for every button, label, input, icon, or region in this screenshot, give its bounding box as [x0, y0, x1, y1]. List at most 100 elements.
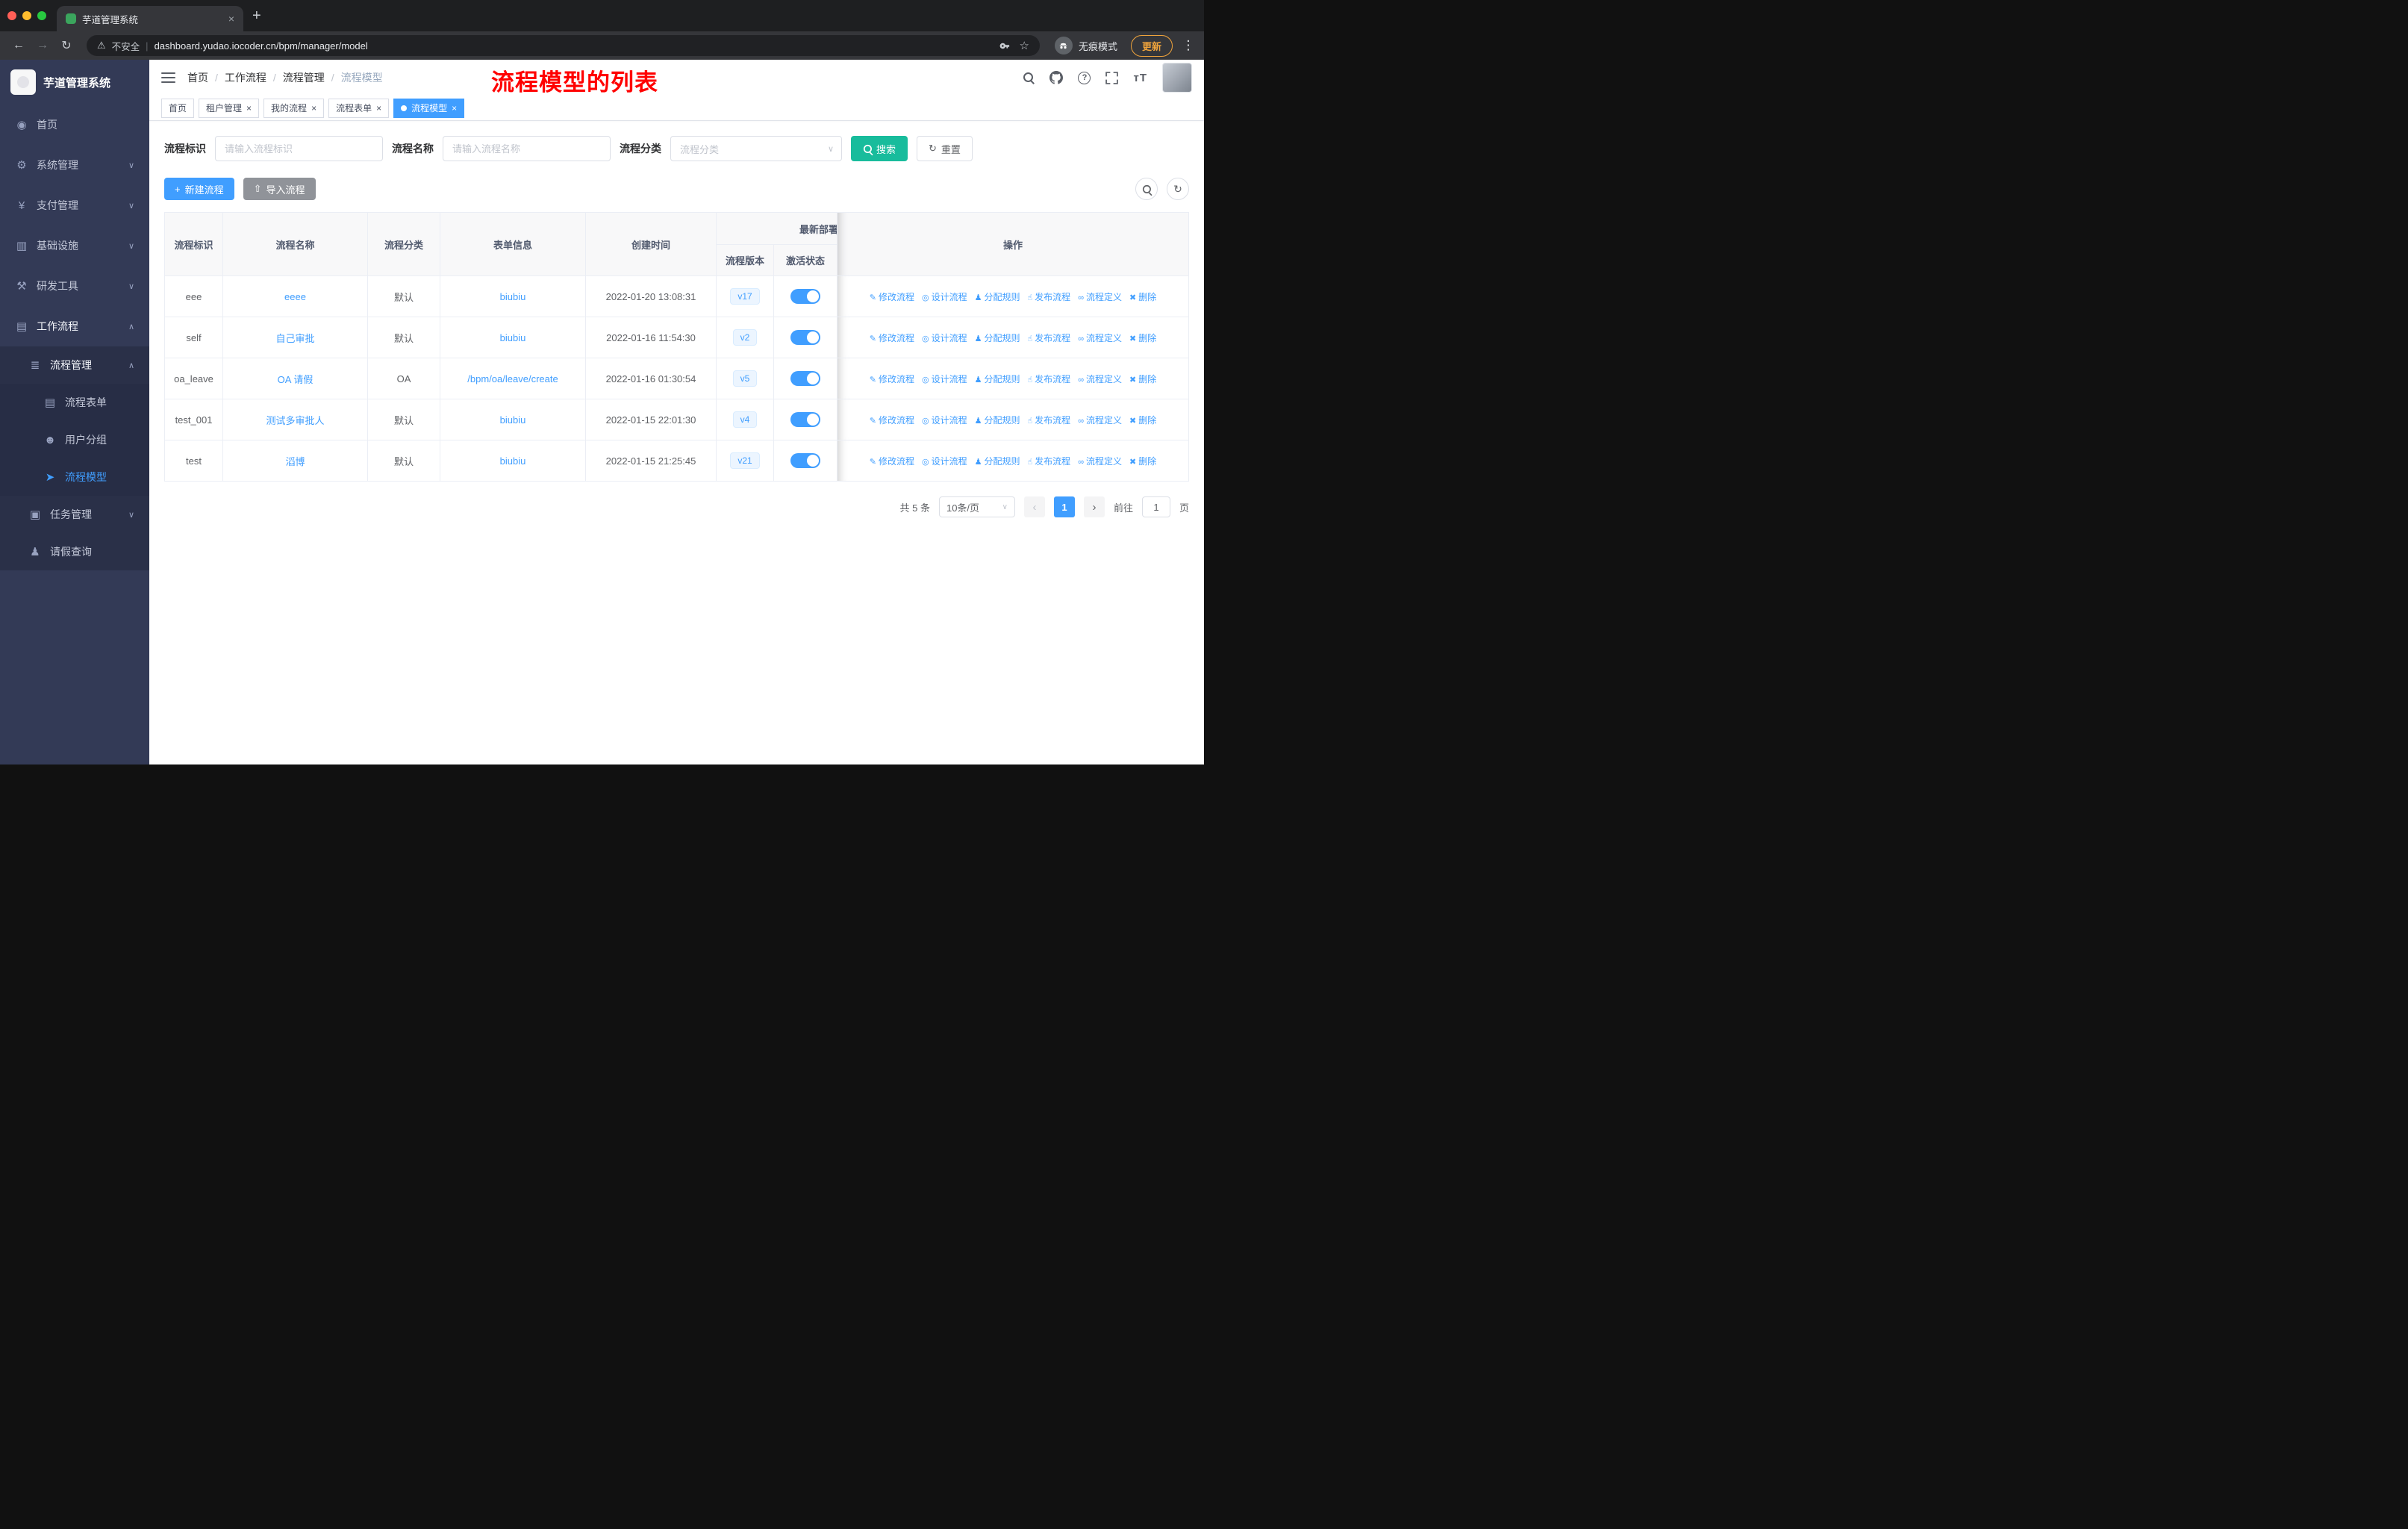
action-publish-process[interactable]: ☝ 发布流程: [1027, 374, 1070, 384]
action-assign-rule[interactable]: ♟ 分配规则: [975, 456, 1020, 467]
sidebar-item-infrastructure[interactable]: ▥ 基础设施 ∨: [0, 225, 149, 266]
process-category-select[interactable]: 流程分类 ∨: [670, 136, 842, 161]
action-assign-rule[interactable]: ♟ 分配规则: [975, 415, 1020, 426]
page-size-select[interactable]: 10条/页 ∨: [938, 496, 1015, 517]
sidebar-item-home[interactable]: ◉ 首页: [0, 105, 149, 145]
process-name-input[interactable]: [443, 136, 611, 161]
action-assign-rule[interactable]: ♟ 分配规则: [975, 374, 1020, 384]
sidebar-item-payment-management[interactable]: ¥ 支付管理 ∨: [0, 185, 149, 225]
tag-tenant-management[interactable]: 租户管理 ×: [199, 98, 260, 118]
prev-page-button[interactable]: ‹: [1023, 496, 1045, 517]
tag-home[interactable]: 首页: [161, 98, 195, 118]
tag-process-model[interactable]: 流程模型 ×: [393, 98, 465, 118]
next-page-button[interactable]: ›: [1083, 496, 1105, 517]
action-process-definition[interactable]: ∞ 流程定义: [1078, 415, 1122, 426]
process-name-link[interactable]: 测试多审批人: [266, 415, 324, 426]
tag-process-form[interactable]: 流程表单 ×: [328, 98, 390, 118]
browser-tab[interactable]: 芋道管理系统 ×: [57, 6, 243, 31]
action-design-process[interactable]: ◎ 设计流程: [922, 415, 967, 426]
reload-icon[interactable]: ↻: [57, 38, 76, 53]
action-delete[interactable]: ✖ 删除: [1129, 292, 1156, 302]
show-search-button[interactable]: [1135, 178, 1158, 200]
help-icon[interactable]: ?: [1078, 71, 1091, 84]
sidebar-item-leave-query[interactable]: ♟ 请假查询: [0, 533, 149, 570]
process-name-link[interactable]: 自己审批: [275, 333, 314, 344]
github-icon[interactable]: [1049, 71, 1064, 84]
window-zoom-button[interactable]: [37, 11, 46, 20]
collapse-sidebar-icon[interactable]: [161, 72, 175, 83]
font-size-icon[interactable]: тT: [1133, 72, 1147, 84]
browser-menu-icon[interactable]: ⋮: [1182, 38, 1195, 53]
action-delete[interactable]: ✖ 删除: [1129, 374, 1156, 384]
action-assign-rule[interactable]: ♟ 分配规则: [975, 292, 1020, 302]
process-key-input[interactable]: [215, 136, 383, 161]
action-publish-process[interactable]: ☝ 发布流程: [1027, 333, 1070, 343]
action-process-definition[interactable]: ∞ 流程定义: [1078, 292, 1122, 302]
breadcrumb-item[interactable]: 工作流程: [225, 70, 266, 85]
action-delete[interactable]: ✖ 删除: [1129, 415, 1156, 426]
back-icon[interactable]: ←: [9, 39, 28, 52]
action-publish-process[interactable]: ☝ 发布流程: [1027, 415, 1070, 426]
browser-update-button[interactable]: 更新: [1130, 34, 1173, 57]
action-publish-process[interactable]: ☝ 发布流程: [1027, 292, 1070, 302]
form-info-link[interactable]: biubiu: [500, 332, 526, 343]
sidebar-item-process-form[interactable]: ▤ 流程表单: [0, 384, 149, 421]
action-process-definition[interactable]: ∞ 流程定义: [1078, 333, 1122, 343]
create-process-button[interactable]: + 新建流程: [164, 178, 234, 200]
tab-close-icon[interactable]: ×: [228, 13, 234, 25]
reset-button[interactable]: ↻ 重置: [917, 136, 973, 161]
address-bar[interactable]: ⚠ 不安全 | dashboard.yudao.iocoder.cn/bpm/m…: [87, 35, 1040, 56]
sidebar-item-system-management[interactable]: ⚙ 系统管理 ∨: [0, 145, 149, 185]
action-design-process[interactable]: ◎ 设计流程: [922, 456, 967, 467]
active-toggle[interactable]: [790, 330, 820, 345]
breadcrumb-item[interactable]: 流程管理: [283, 70, 325, 85]
active-toggle[interactable]: [790, 453, 820, 468]
form-info-link[interactable]: biubiu: [500, 455, 526, 467]
action-publish-process[interactable]: ☝ 发布流程: [1027, 456, 1070, 467]
app-logo[interactable]: 芋道管理系统: [0, 60, 149, 105]
incognito-avatar-icon[interactable]: [1054, 37, 1073, 55]
window-close-button[interactable]: [7, 11, 16, 20]
active-toggle[interactable]: [790, 412, 820, 427]
forward-icon[interactable]: →: [33, 39, 52, 52]
close-icon[interactable]: ×: [376, 103, 381, 113]
action-assign-rule[interactable]: ♟ 分配规则: [975, 333, 1020, 343]
goto-page-input[interactable]: [1141, 496, 1170, 517]
user-avatar[interactable]: [1162, 63, 1192, 93]
form-info-link[interactable]: /bpm/oa/leave/create: [467, 373, 558, 384]
action-edit-process[interactable]: ✎ 修改流程: [870, 292, 914, 302]
sidebar-item-workflow[interactable]: ▤ 工作流程 ∧: [0, 306, 149, 346]
close-icon[interactable]: ×: [246, 103, 252, 113]
fullscreen-icon[interactable]: [1105, 71, 1119, 84]
import-process-button[interactable]: ⇧ 导入流程: [243, 178, 316, 200]
action-design-process[interactable]: ◎ 设计流程: [922, 374, 967, 384]
action-process-definition[interactable]: ∞ 流程定义: [1078, 456, 1122, 467]
window-minimize-button[interactable]: [22, 11, 31, 20]
action-edit-process[interactable]: ✎ 修改流程: [870, 374, 914, 384]
form-info-link[interactable]: biubiu: [500, 414, 526, 426]
action-process-definition[interactable]: ∞ 流程定义: [1078, 374, 1122, 384]
new-tab-button[interactable]: +: [252, 0, 261, 31]
action-edit-process[interactable]: ✎ 修改流程: [870, 333, 914, 343]
process-name-link[interactable]: OA 请假: [278, 374, 314, 385]
active-toggle[interactable]: [790, 289, 820, 304]
tag-my-process[interactable]: 我的流程 ×: [263, 98, 325, 118]
search-button[interactable]: 搜索: [851, 136, 908, 161]
key-icon[interactable]: [999, 40, 1011, 52]
search-icon[interactable]: [1023, 72, 1035, 84]
breadcrumb-item[interactable]: 首页: [187, 70, 208, 85]
sidebar-item-task-management[interactable]: ▣ 任务管理 ∨: [0, 496, 149, 533]
security-warning-icon[interactable]: ⚠: [97, 40, 106, 52]
refresh-table-button[interactable]: ↻: [1167, 178, 1189, 200]
process-name-link[interactable]: 滔博: [285, 456, 305, 467]
sidebar-item-process-management[interactable]: ≣ 流程管理 ∧: [0, 346, 149, 384]
bookmark-star-icon[interactable]: ☆: [1020, 39, 1029, 52]
action-edit-process[interactable]: ✎ 修改流程: [870, 456, 914, 467]
page-1-button[interactable]: 1: [1053, 496, 1075, 517]
close-icon[interactable]: ×: [311, 103, 316, 113]
close-icon[interactable]: ×: [452, 103, 457, 113]
sidebar-item-process-model[interactable]: ➤ 流程模型: [0, 458, 149, 496]
action-delete[interactable]: ✖ 删除: [1129, 333, 1156, 343]
sidebar-item-dev-tools[interactable]: ⚒ 研发工具 ∨: [0, 266, 149, 306]
action-design-process[interactable]: ◎ 设计流程: [922, 333, 967, 343]
